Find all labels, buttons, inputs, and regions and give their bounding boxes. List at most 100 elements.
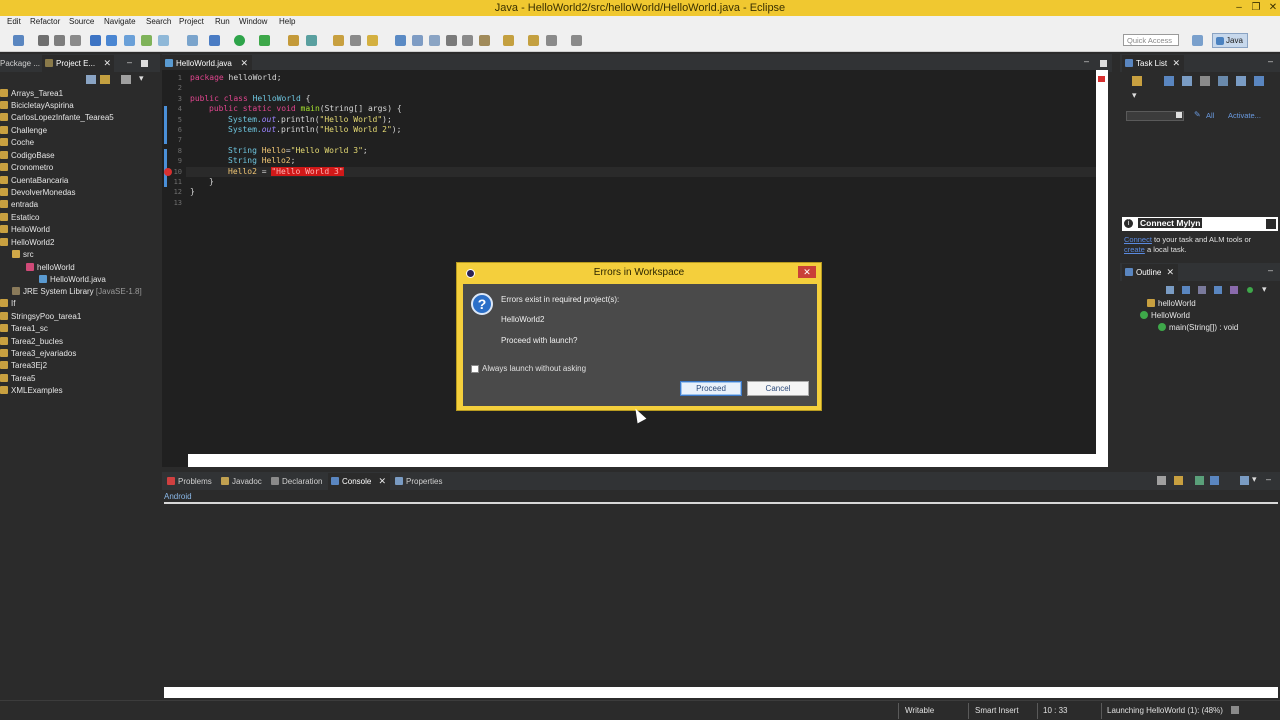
minimize-view-icon[interactable]: – bbox=[1268, 265, 1273, 275]
tab-outline[interactable]: Outline ✕ bbox=[1122, 264, 1178, 281]
progress-icon[interactable] bbox=[1231, 706, 1239, 714]
new-icon[interactable] bbox=[13, 35, 24, 46]
tree-item[interactable]: entrada bbox=[0, 200, 38, 212]
menu-project[interactable]: Project bbox=[179, 17, 204, 26]
filter-all-link[interactable]: All bbox=[1206, 111, 1214, 120]
overview-error-marker[interactable] bbox=[1098, 76, 1105, 82]
view-menu-icon[interactable] bbox=[121, 75, 131, 84]
display-console-icon[interactable] bbox=[1210, 476, 1219, 485]
tree-item[interactable]: Tarea3_ejvariados bbox=[0, 349, 76, 361]
sdk-manager-icon[interactable] bbox=[158, 35, 169, 46]
tree-item[interactable]: Tarea3Ej2 bbox=[0, 361, 47, 373]
tree-item[interactable]: HelloWorld bbox=[0, 225, 50, 237]
tree-item[interactable]: Tarea2_bucles bbox=[0, 337, 63, 349]
open-type-icon[interactable] bbox=[333, 35, 344, 46]
menu-run[interactable]: Run bbox=[215, 17, 230, 26]
minimize-button[interactable]: – bbox=[1232, 1, 1246, 14]
status-insert-mode[interactable]: Smart Insert bbox=[975, 706, 1019, 715]
close-tab-icon[interactable]: ✕ bbox=[1166, 267, 1174, 278]
tab-project-explorer[interactable]: Project E... ✕ bbox=[42, 55, 114, 72]
next-annotation-icon[interactable] bbox=[503, 35, 514, 46]
hide-static-icon[interactable] bbox=[1198, 286, 1206, 294]
editor-vertical-scrollbar[interactable] bbox=[1096, 70, 1108, 467]
maximize-editor-icon[interactable] bbox=[1100, 60, 1107, 67]
tree-item[interactable]: HelloWorld2 bbox=[0, 238, 54, 250]
clear-console-icon[interactable] bbox=[1157, 476, 1166, 485]
close-tab-icon[interactable]: ✕ bbox=[103, 58, 111, 69]
outline-item[interactable]: main(String[]) : void bbox=[1158, 323, 1238, 335]
last-edit-location-icon[interactable] bbox=[528, 35, 539, 46]
minimize-view-icon[interactable]: – bbox=[1266, 474, 1271, 484]
tree-item[interactable]: If bbox=[0, 299, 15, 311]
tree-item[interactable]: StringsyPoo_tarea1 bbox=[0, 312, 81, 324]
save-all-icon[interactable] bbox=[54, 35, 65, 46]
chevron-down-icon[interactable]: ▾ bbox=[1252, 474, 1257, 485]
build-icon[interactable] bbox=[124, 35, 135, 46]
debug-icon[interactable] bbox=[209, 35, 220, 46]
annotation-icon[interactable] bbox=[479, 35, 490, 46]
tree-item[interactable]: Tarea1_sc bbox=[0, 324, 48, 336]
new-java-package-icon[interactable] bbox=[288, 35, 299, 46]
menu-refactor[interactable]: Refactor bbox=[30, 17, 60, 26]
skip-breakpoints-icon[interactable] bbox=[106, 35, 117, 46]
debug-settings-icon[interactable] bbox=[90, 35, 101, 46]
console-horizontal-scrollbar[interactable] bbox=[164, 687, 1278, 698]
mylyn-connect-link[interactable]: Connect bbox=[1124, 235, 1152, 244]
tree-item[interactable]: helloWorld bbox=[26, 263, 75, 275]
chevron-down-icon[interactable]: ▾ bbox=[1132, 90, 1137, 101]
tree-item[interactable]: JRE System Library [JavaSE-1.8] bbox=[12, 287, 142, 299]
minimize-view-icon[interactable]: – bbox=[127, 57, 132, 67]
outline-item[interactable]: HelloWorld bbox=[1140, 311, 1190, 323]
block-selection-icon[interactable] bbox=[412, 35, 423, 46]
new-task-icon[interactable] bbox=[1132, 76, 1142, 86]
tree-item[interactable]: Challenge bbox=[0, 126, 47, 138]
tab-javadoc[interactable]: Javadoc bbox=[218, 473, 262, 490]
close-tab-icon[interactable]: ✕ bbox=[240, 58, 248, 69]
run-external-tools-icon[interactable] bbox=[259, 35, 270, 46]
menu-edit[interactable]: Edit bbox=[7, 17, 21, 26]
close-tab-icon[interactable]: ✕ bbox=[378, 476, 386, 487]
word-wrap-icon[interactable] bbox=[446, 35, 457, 46]
hide-non-public-icon[interactable] bbox=[1214, 286, 1222, 294]
error-highlight[interactable]: "Hello World 3" bbox=[271, 167, 344, 176]
tree-item[interactable]: CuentaBancaria bbox=[0, 176, 68, 188]
maximize-view-icon[interactable] bbox=[141, 60, 148, 67]
categorized-icon[interactable] bbox=[1164, 76, 1174, 86]
new-java-class-icon[interactable] bbox=[306, 35, 317, 46]
scroll-lock-icon[interactable] bbox=[1174, 476, 1183, 485]
tab-package-explorer[interactable]: Package ... bbox=[0, 55, 40, 72]
show-whitespace-icon[interactable] bbox=[429, 35, 440, 46]
menu-navigate[interactable]: Navigate bbox=[104, 17, 136, 26]
tab-task-list[interactable]: Task List ✕ bbox=[1122, 55, 1184, 72]
dialog-close-button[interactable]: ✕ bbox=[798, 266, 816, 278]
new-android-project-icon[interactable] bbox=[187, 35, 198, 46]
tab-problems[interactable]: Problems bbox=[164, 473, 212, 490]
search-icon[interactable] bbox=[350, 35, 361, 46]
tree-item[interactable]: Cronometro bbox=[0, 163, 53, 175]
quick-access-input[interactable]: Quick Access bbox=[1123, 34, 1179, 46]
menu-window[interactable]: Window bbox=[239, 17, 267, 26]
open-console-icon[interactable] bbox=[1240, 476, 1249, 485]
tree-item[interactable]: CodigoBase bbox=[0, 151, 55, 163]
forward-arrow-icon[interactable] bbox=[571, 35, 582, 46]
save-icon[interactable] bbox=[38, 35, 49, 46]
pencil-icon[interactable] bbox=[367, 35, 378, 46]
close-tab-icon[interactable]: ✕ bbox=[1172, 58, 1180, 69]
minimize-view-icon[interactable]: – bbox=[1268, 56, 1273, 66]
clear-find-icon[interactable] bbox=[1176, 112, 1182, 118]
scheduled-icon[interactable] bbox=[1182, 76, 1192, 86]
tab-console[interactable]: Console ✕ bbox=[328, 473, 390, 490]
tree-item[interactable]: CarlosLopezInfante_Tearea5 bbox=[0, 113, 114, 125]
menu-search[interactable]: Search bbox=[146, 17, 171, 26]
always-launch-checkbox[interactable] bbox=[471, 365, 479, 373]
hide-local-types-icon[interactable] bbox=[1230, 286, 1238, 294]
toggle-mark-occurrences-icon[interactable] bbox=[395, 35, 406, 46]
hide-fields-icon[interactable] bbox=[1182, 286, 1190, 294]
tree-item[interactable]: Tarea5 bbox=[0, 374, 35, 386]
cancel-button[interactable]: Cancel bbox=[747, 381, 809, 396]
show-completed-icon[interactable] bbox=[1218, 76, 1228, 86]
tree-item[interactable]: Estatico bbox=[0, 213, 39, 225]
menu-help[interactable]: Help bbox=[279, 17, 295, 26]
tab-properties[interactable]: Properties bbox=[392, 473, 442, 490]
android-icon[interactable] bbox=[141, 35, 152, 46]
